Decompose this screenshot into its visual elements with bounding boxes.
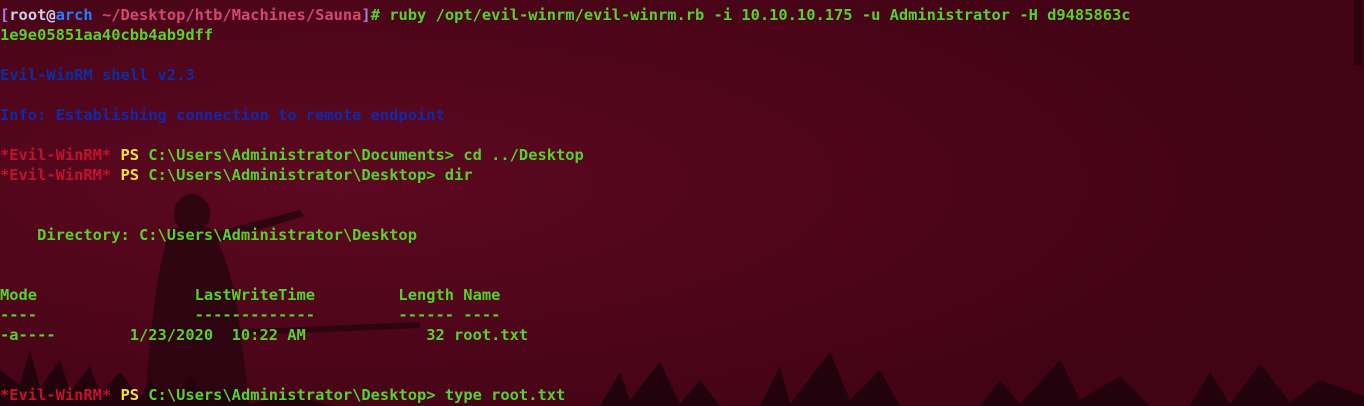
ps-label: PS <box>111 386 149 404</box>
winrm-prompt-label: *Evil-WinRM* <box>0 386 112 404</box>
winrm-prompt-label: *Evil-WinRM* <box>0 146 112 164</box>
listing-separator: ---- ------------- ------ ---- <box>0 306 501 324</box>
terminal-output: [root@arch ~/Desktop/htb/Machines/Sauna]… <box>0 5 1350 405</box>
directory-label: Directory: C:\Users\Administrator\Deskto… <box>0 226 417 244</box>
prompt-user: root@ <box>9 6 56 24</box>
listing-header: Mode LastWriteTime Length Name <box>0 286 501 304</box>
listing-row: -a---- 1/23/2020 10:22 AM 32 root.txt <box>0 326 529 344</box>
shell-command-line: [root@arch ~/Desktop/htb/Machines/Sauna]… <box>0 5 1350 25</box>
shell-command: ruby /opt/evil-winrm/evil-winrm.rb -i 10… <box>389 6 1131 24</box>
ps-label: PS <box>111 146 149 164</box>
winrm-command: type root.txt <box>444 386 566 404</box>
shell-command-wrap: 1e9e05851aa40cbb4ab9dff <box>0 26 214 44</box>
prompt-close-bracket: ] <box>361 6 371 24</box>
prompt-symbol: # <box>370 6 390 24</box>
prompt-path: ~/Desktop/htb/Machines/Sauna <box>92 6 362 24</box>
winrm-cwd: C:\Users\Administrator\Desktop> <box>148 166 445 184</box>
winrm-cwd: C:\Users\Administrator\Desktop> <box>148 386 445 404</box>
winrm-command: cd ../Desktop <box>463 146 584 164</box>
banner-version: Evil-WinRM shell v2.3 <box>0 66 195 84</box>
winrm-cwd: C:\Users\Administrator\Documents> <box>148 146 464 164</box>
banner-info: Info: Establishing connection to remote … <box>0 106 445 124</box>
prompt-host: arch <box>55 6 93 24</box>
winrm-command-line: *Evil-WinRM* PS C:\Users\Administrator\D… <box>0 145 1350 165</box>
terminal-scrollbar[interactable] <box>1354 0 1362 66</box>
winrm-command-line: *Evil-WinRM* PS C:\Users\Administrator\D… <box>0 385 1350 405</box>
prompt-open-bracket: [ <box>0 6 10 24</box>
winrm-command: dir <box>444 166 473 184</box>
winrm-command-line: *Evil-WinRM* PS C:\Users\Administrator\D… <box>0 165 1350 185</box>
winrm-prompt-label: *Evil-WinRM* <box>0 166 112 184</box>
ps-label: PS <box>111 166 149 184</box>
